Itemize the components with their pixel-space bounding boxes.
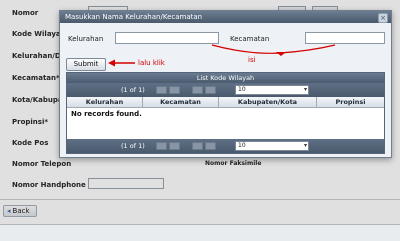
kode-wilayah-dialog: Masukkan Nama Kelurahan/Kecamatan × Kelu… [59,10,392,158]
chevron-down-icon: ▾ [303,142,307,149]
col-propinsi[interactable]: Propinsi [317,97,384,107]
close-icon[interactable]: × [378,13,388,23]
next-page-button[interactable] [192,86,203,94]
next-page-button-bottom[interactable] [192,142,203,150]
grid-caption: List Kode Wilayah [67,73,384,83]
prev-page-button[interactable] [169,86,180,94]
col-kabupaten-kota[interactable]: Kabupaten/Kota [219,97,317,107]
col-kelurahan[interactable]: Kelurahan [67,97,143,107]
dialog-title: Masukkan Nama Kelurahan/Kecamatan [65,13,203,21]
grid-pager-top: (1 of 1) 10 ▾ [67,83,384,97]
pager-text-top: (1 of 1) [121,86,145,94]
last-page-button[interactable] [205,86,216,94]
empty-message: No records found. [71,110,142,118]
prev-page-button-bottom[interactable] [169,142,180,150]
annotation-arrow-icon [108,59,135,67]
dialog-titlebar[interactable]: Masukkan Nama Kelurahan/Kecamatan [60,11,391,23]
bottom-bar [0,224,400,241]
col-kecamatan[interactable]: Kecamatan [143,97,219,107]
rows-per-page-value: 10 [238,86,246,93]
submit-button-label: Submit [73,60,99,68]
annotation-click: lalu klik [138,59,165,67]
first-page-button-bottom[interactable] [156,142,167,150]
chevron-down-icon: ▾ [303,86,307,93]
first-page-button[interactable] [156,86,167,94]
last-page-button-bottom[interactable] [205,142,216,150]
annotation-fill: isi [248,56,256,64]
grid-header-row: Kelurahan Kecamatan Kabupaten/Kota Propi… [67,97,384,108]
submit-button[interactable]: Submit [66,58,106,71]
kecamatan-label: Kecamatan [230,35,270,43]
kelurahan-input[interactable] [115,32,219,44]
rows-per-page-value-bottom: 10 [238,142,246,149]
rows-per-page-select-bottom[interactable]: 10 ▾ [235,141,309,151]
grid-pager-bottom: (1 of 1) 10 ▾ [67,139,384,153]
pager-text-bottom: (1 of 1) [121,142,145,150]
annotation-curve-icon [211,44,336,56]
kode-wilayah-grid: List Kode Wilayah (1 of 1) 10 ▾ Keluraha… [66,72,385,154]
rows-per-page-select-top[interactable]: 10 ▾ [235,85,309,95]
kelurahan-label: Kelurahan [68,35,104,43]
